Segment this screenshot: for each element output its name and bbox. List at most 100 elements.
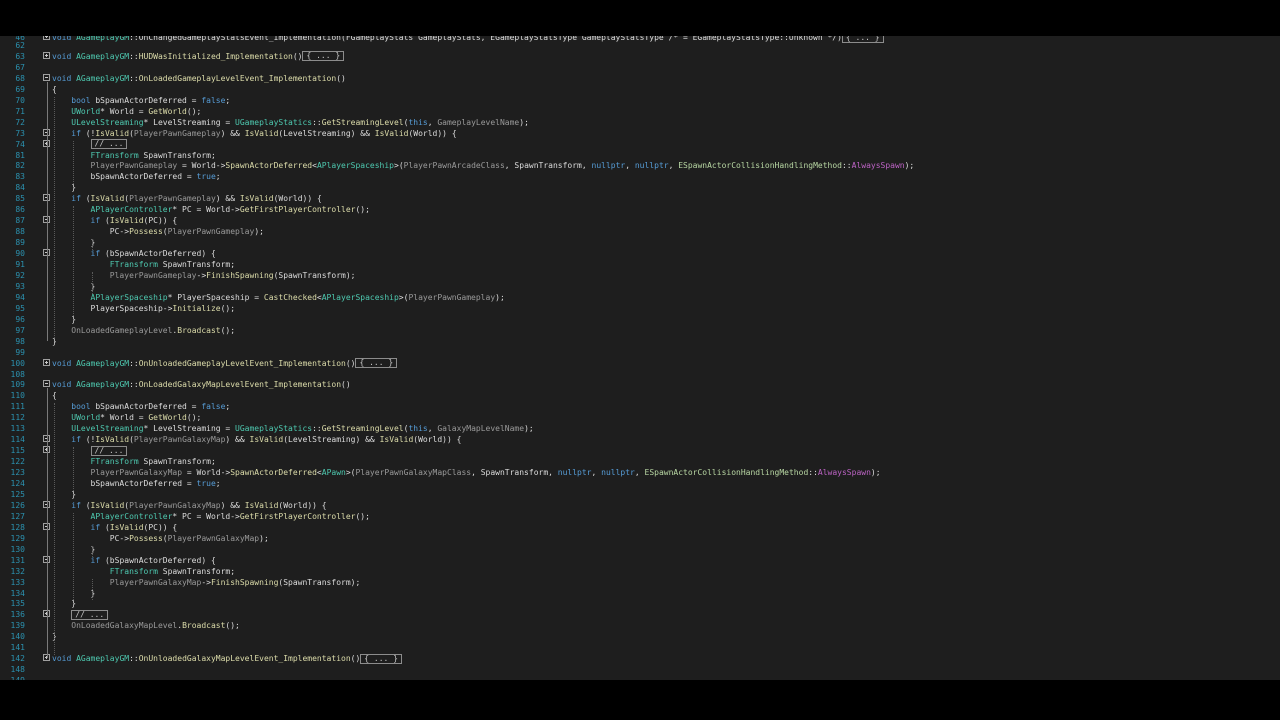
code-line: 90 if (bSpawnActorDeferred) { — [0, 248, 1280, 259]
line-number: 127 — [10, 511, 25, 521]
outline-guide — [47, 388, 48, 659]
line-number: 90 — [15, 249, 25, 259]
code-text[interactable]: PlayerPawnGalaxyMap->FinishSpawning(Spaw… — [52, 577, 360, 588]
code-text[interactable]: FTransform SpawnTransform; — [52, 150, 216, 161]
code-line: 149 — [0, 675, 1280, 680]
indent-guide — [92, 271, 94, 294]
code-text[interactable]: bSpawnActorDeferred = true; — [52, 478, 221, 489]
line-number: 114 — [10, 435, 25, 445]
code-text[interactable]: // ... — [52, 609, 109, 620]
code-text[interactable]: void AGameplayGM::OnUnloadedGameplayLeve… — [52, 358, 398, 369]
code-line: 84 } — [0, 182, 1280, 193]
code-line: 132 FTransform SpawnTransform; — [0, 566, 1280, 577]
code-text[interactable]: void AGameplayGM::OnLoadedGalaxyMapLevel… — [52, 379, 351, 390]
code-text[interactable]: if (bSpawnActorDeferred) { — [52, 248, 216, 259]
line-number: 87 — [15, 216, 25, 226]
code-text[interactable]: OnLoadedGameplayLevel.Broadcast(); — [52, 325, 235, 336]
code-line: 81 FTransform SpawnTransform; — [0, 150, 1280, 161]
line-number: 136 — [10, 610, 25, 620]
code-text[interactable]: APlayerSpaceship* PlayerSpaceship = Cast… — [52, 292, 505, 303]
collapse-icon[interactable] — [43, 73, 50, 81]
code-text[interactable]: PlayerPawnGalaxyMap = World->SpawnActorD… — [52, 467, 881, 478]
code-text[interactable]: PlayerPawnGameplay = World->SpawnActorDe… — [52, 160, 915, 171]
code-line: 62 — [0, 40, 1280, 51]
code-text[interactable]: { — [52, 390, 57, 401]
code-text[interactable]: // ... — [52, 445, 128, 456]
code-text[interactable]: UWorld* World = GetWorld(); — [52, 412, 201, 423]
line-number: 72 — [15, 117, 25, 127]
code-text[interactable]: if (!IsValid(PlayerPawnGalaxyMap) && IsV… — [52, 434, 461, 445]
code-line: 82 PlayerPawnGameplay = World->SpawnActo… — [0, 160, 1280, 171]
collapsed-comment[interactable]: // ... — [71, 609, 109, 620]
collapsed-block[interactable]: { ... } — [302, 51, 345, 62]
code-line: 128 if (IsValid(PC)) { — [0, 522, 1280, 533]
code-text[interactable]: if (!IsValid(PlayerPawnGameplay) && IsVa… — [52, 128, 456, 139]
code-text[interactable]: PlayerPawnGameplay->FinishSpawning(Spawn… — [52, 270, 356, 281]
code-text[interactable]: UWorld* World = GetWorld(); — [52, 106, 201, 117]
indent-guide — [54, 403, 55, 656]
indent-guide — [92, 578, 94, 601]
code-line: 127 APlayerController* PC = World->GetFi… — [0, 511, 1280, 522]
indent-guide — [73, 447, 75, 491]
indent-guide — [92, 239, 94, 251]
code-text[interactable]: void AGameplayGM::HUDWasInitialized_Impl… — [52, 51, 345, 62]
code-line: 113 ULevelStreaming* LevelStreaming = UG… — [0, 423, 1280, 434]
code-text[interactable]: if (IsValid(PlayerPawnGameplay) && IsVal… — [52, 193, 322, 204]
expand-icon[interactable] — [43, 51, 50, 59]
code-line: 92 PlayerPawnGameplay->FinishSpawning(Sp… — [0, 270, 1280, 281]
line-number: 148 — [10, 665, 25, 675]
code-line: 136 // ... — [0, 609, 1280, 620]
code-text[interactable]: OnLoadedGalaxyMapLevel.Broadcast(); — [52, 620, 240, 631]
collapse-icon[interactable] — [43, 380, 50, 388]
code-text[interactable]: if (IsValid(PC)) { — [52, 215, 178, 226]
line-number: 98 — [15, 336, 25, 346]
indent-guide — [73, 206, 75, 316]
code-line: 133 PlayerPawnGalaxyMap->FinishSpawning(… — [0, 577, 1280, 588]
code-text[interactable]: PlayerSpaceship->Initialize(); — [52, 303, 236, 314]
code-text[interactable]: FTransform SpawnTransform; — [52, 566, 235, 577]
code-line: 63 void AGameplayGM::HUDWasInitialized_Im… — [0, 51, 1280, 62]
code-text[interactable]: PC->Possess(PlayerPawnGameplay); — [52, 226, 264, 237]
code-line: 89 } — [0, 237, 1280, 248]
code-editor[interactable]: 46 void AGameplayGM::OnChangedGameplaySta… — [0, 36, 1280, 680]
collapsed-comment[interactable]: // ... — [90, 139, 128, 150]
code-text[interactable]: if (IsValid(PlayerPawnGalaxyMap) && IsVa… — [52, 500, 326, 511]
code-text[interactable]: FTransform SpawnTransform; — [52, 259, 235, 270]
code-text[interactable]: void AGameplayGM::OnUnloadedGalaxyMapLev… — [52, 653, 402, 664]
collapsed-comment[interactable]: // ... — [90, 445, 128, 456]
line-number: 69 — [15, 84, 25, 94]
code-text[interactable]: APlayerController* PC = World->GetFirstP… — [52, 511, 370, 522]
code-text[interactable]: if (IsValid(PC)) { — [52, 522, 178, 533]
line-number: 83 — [15, 172, 25, 182]
line-number: 135 — [10, 599, 25, 609]
code-line: 115 // ... — [0, 445, 1280, 456]
line-number: 122 — [10, 457, 25, 467]
line-number: 100 — [10, 358, 25, 368]
code-text[interactable]: bool bSpawnActorDeferred = false; — [52, 401, 230, 412]
code-line: 83 bSpawnActorDeferred = true; — [0, 171, 1280, 182]
collapsed-block[interactable]: { ... } — [355, 358, 398, 369]
code-text[interactable]: void AGameplayGM::OnLoadedGameplayLevelE… — [52, 73, 346, 84]
code-line: 108 — [0, 369, 1280, 380]
code-line: 140} — [0, 631, 1280, 642]
code-text[interactable]: ULevelStreaming* LevelStreaming = UGamep… — [52, 423, 533, 434]
line-number: 108 — [10, 369, 25, 379]
code-text[interactable]: APlayerController* PC = World->GetFirstP… — [52, 204, 370, 215]
code-line: 72 ULevelStreaming* LevelStreaming = UGa… — [0, 117, 1280, 128]
code-text[interactable]: { — [52, 84, 57, 95]
line-number: 84 — [15, 183, 25, 193]
code-line: 71 UWorld* World = GetWorld(); — [0, 106, 1280, 117]
collapsed-block[interactable]: { ... } — [360, 653, 402, 664]
code-text[interactable]: FTransform SpawnTransform; — [52, 456, 216, 467]
indent-guide — [54, 96, 55, 338]
code-text[interactable]: if (bSpawnActorDeferred) { — [52, 555, 216, 566]
line-number: 92 — [15, 270, 25, 280]
code-text[interactable]: PC->Possess(PlayerPawnGalaxyMap); — [52, 533, 269, 544]
code-text[interactable]: bSpawnActorDeferred = true; — [52, 171, 221, 182]
code-text[interactable]: bool bSpawnActorDeferred = false; — [52, 95, 230, 106]
code-text[interactable]: ULevelStreaming* LevelStreaming = UGamep… — [52, 117, 529, 128]
line-number: 82 — [15, 161, 25, 171]
code-text[interactable]: // ... — [52, 139, 128, 150]
line-number: 110 — [10, 391, 25, 401]
expand-icon[interactable] — [43, 358, 50, 366]
